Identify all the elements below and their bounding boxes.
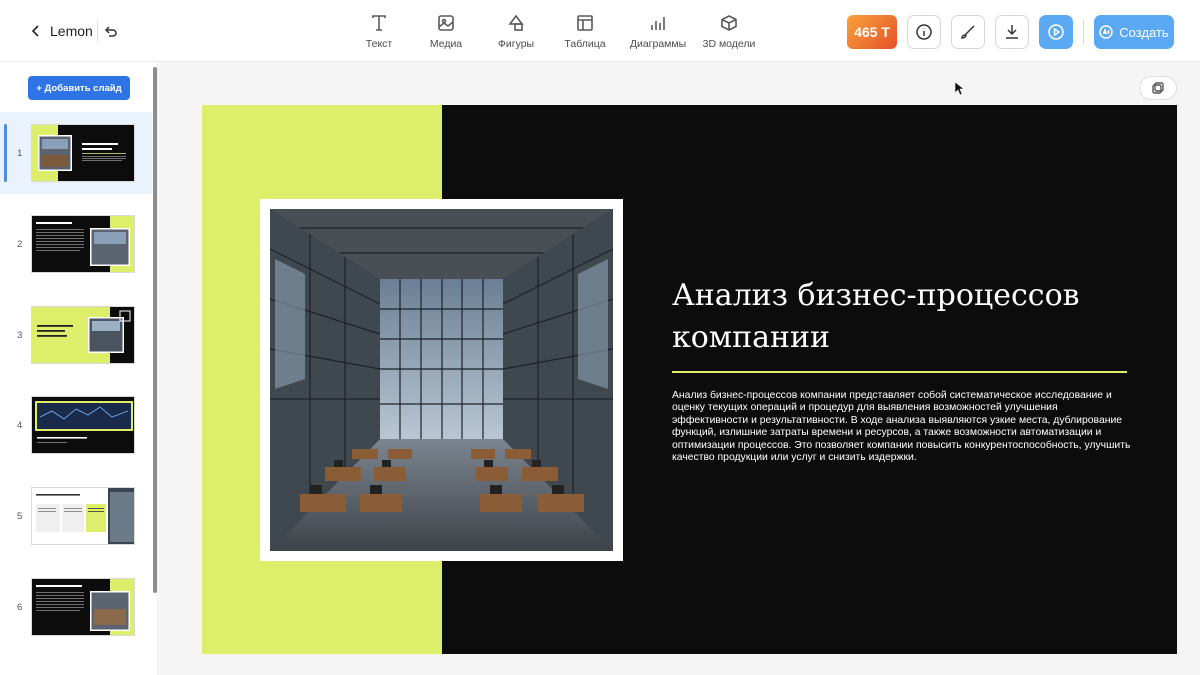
shapes-icon (508, 14, 524, 31)
slide-number: 1 (17, 148, 23, 159)
top-toolbar: Lemon Текст Медиа Фигуры Таблица Диаграм… (0, 0, 1200, 62)
slide-thumbnail-item[interactable]: 4 (0, 384, 152, 466)
title-divider (672, 371, 1127, 373)
tokens-badge[interactable]: 465 T (847, 15, 897, 49)
project-name: Lemon (50, 23, 93, 39)
slide-thumbnail-item[interactable]: 6 (0, 566, 152, 648)
tool-label: Медиа (429, 38, 463, 50)
ai-icon (1099, 25, 1114, 39)
slide-thumbnail (31, 306, 135, 364)
mouse-cursor-icon (955, 82, 965, 96)
undo-icon[interactable] (104, 25, 118, 39)
image-icon (438, 15, 454, 31)
play-icon (1048, 24, 1064, 40)
tool-charts[interactable]: Диаграммы (626, 14, 690, 54)
slide-body-text[interactable]: Анализ бизнес-процессов компании предста… (672, 390, 1132, 464)
table-icon (577, 15, 593, 31)
download-icon (1006, 25, 1018, 39)
slide-thumbnail-item[interactable]: 3 (0, 294, 152, 376)
slide-thumbnail-item[interactable]: 2 (0, 203, 152, 285)
info-button[interactable] (907, 15, 941, 49)
add-slide-button[interactable]: + Добавить слайд (28, 76, 130, 100)
slide-thumbnail (31, 487, 135, 545)
tool-3d-models[interactable]: 3D модели (690, 14, 768, 54)
slide-title[interactable]: Анализ бизнес-процессов компании (672, 275, 1132, 359)
slide-thumbnail-item[interactable]: 1 (0, 112, 152, 194)
slide-number: 4 (17, 420, 23, 431)
text-icon (372, 15, 386, 31)
tool-table[interactable]: Таблица (544, 14, 626, 54)
current-slide[interactable]: Анализ бизнес-процессов компании Анализ … (202, 105, 1177, 654)
tool-label: Диаграммы (629, 38, 687, 50)
duplicate-button[interactable] (1139, 76, 1177, 100)
insert-tools: Текст Медиа Фигуры Таблица Диаграммы 3D … (354, 14, 768, 54)
chevron-left-icon (31, 25, 39, 37)
cube-icon (721, 15, 737, 31)
present-button[interactable] (1039, 15, 1073, 49)
download-button[interactable] (995, 15, 1029, 49)
tool-label: 3D модели (702, 38, 756, 50)
slide-number: 2 (17, 239, 23, 250)
sidebar-scrollbar[interactable] (153, 67, 157, 593)
factory-hall-image (269, 209, 614, 551)
create-button[interactable]: Создать (1094, 15, 1174, 49)
info-icon (916, 24, 932, 40)
create-label: Создать (1119, 24, 1169, 40)
divider (1083, 19, 1084, 45)
slide-thumbnail (31, 396, 135, 454)
slide-canvas: Анализ бизнес-процессов компании Анализ … (159, 62, 1200, 675)
tool-label: Таблица (564, 38, 606, 50)
slide-thumbnail-item[interactable]: 5 (0, 475, 152, 557)
back-button[interactable]: Lemon (30, 23, 93, 39)
copy-icon (1152, 82, 1164, 94)
slide-number: 5 (17, 511, 23, 522)
divider (97, 20, 98, 42)
chart-icon (651, 17, 665, 30)
tool-text[interactable]: Текст (354, 14, 404, 54)
slide-number: 3 (17, 330, 23, 341)
brush-icon (961, 25, 975, 39)
slide-thumbnail (31, 215, 135, 273)
slides-sidebar: + Добавить слайд 1 2 3 4 5 6 (0, 62, 158, 675)
tool-label: Фигуры (497, 38, 535, 50)
tool-label: Текст (365, 38, 393, 50)
tool-shapes[interactable]: Фигуры (488, 14, 544, 54)
tool-media[interactable]: Медиа (404, 14, 488, 54)
slide-thumbnail (31, 578, 135, 636)
design-button[interactable] (951, 15, 985, 49)
right-actions: 465 T Создать (847, 15, 1174, 49)
slide-thumbnail (31, 124, 135, 182)
slide-image-frame[interactable] (260, 199, 623, 561)
slide-number: 6 (17, 602, 23, 613)
